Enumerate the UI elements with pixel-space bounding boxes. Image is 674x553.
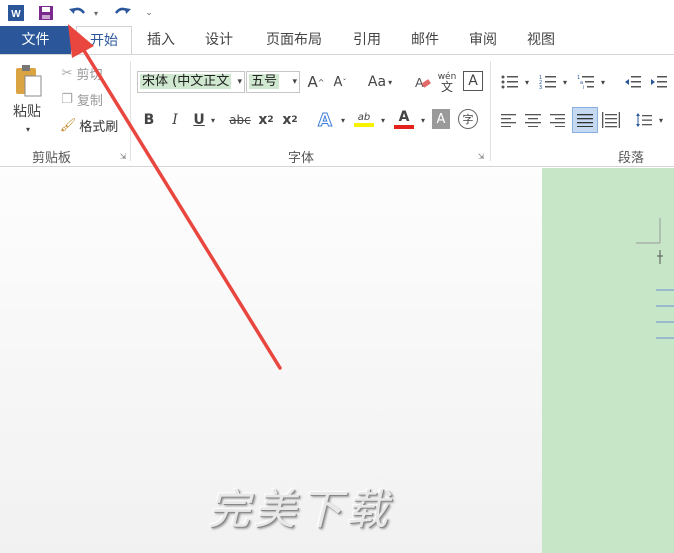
annotation-arrow [68,24,282,370]
